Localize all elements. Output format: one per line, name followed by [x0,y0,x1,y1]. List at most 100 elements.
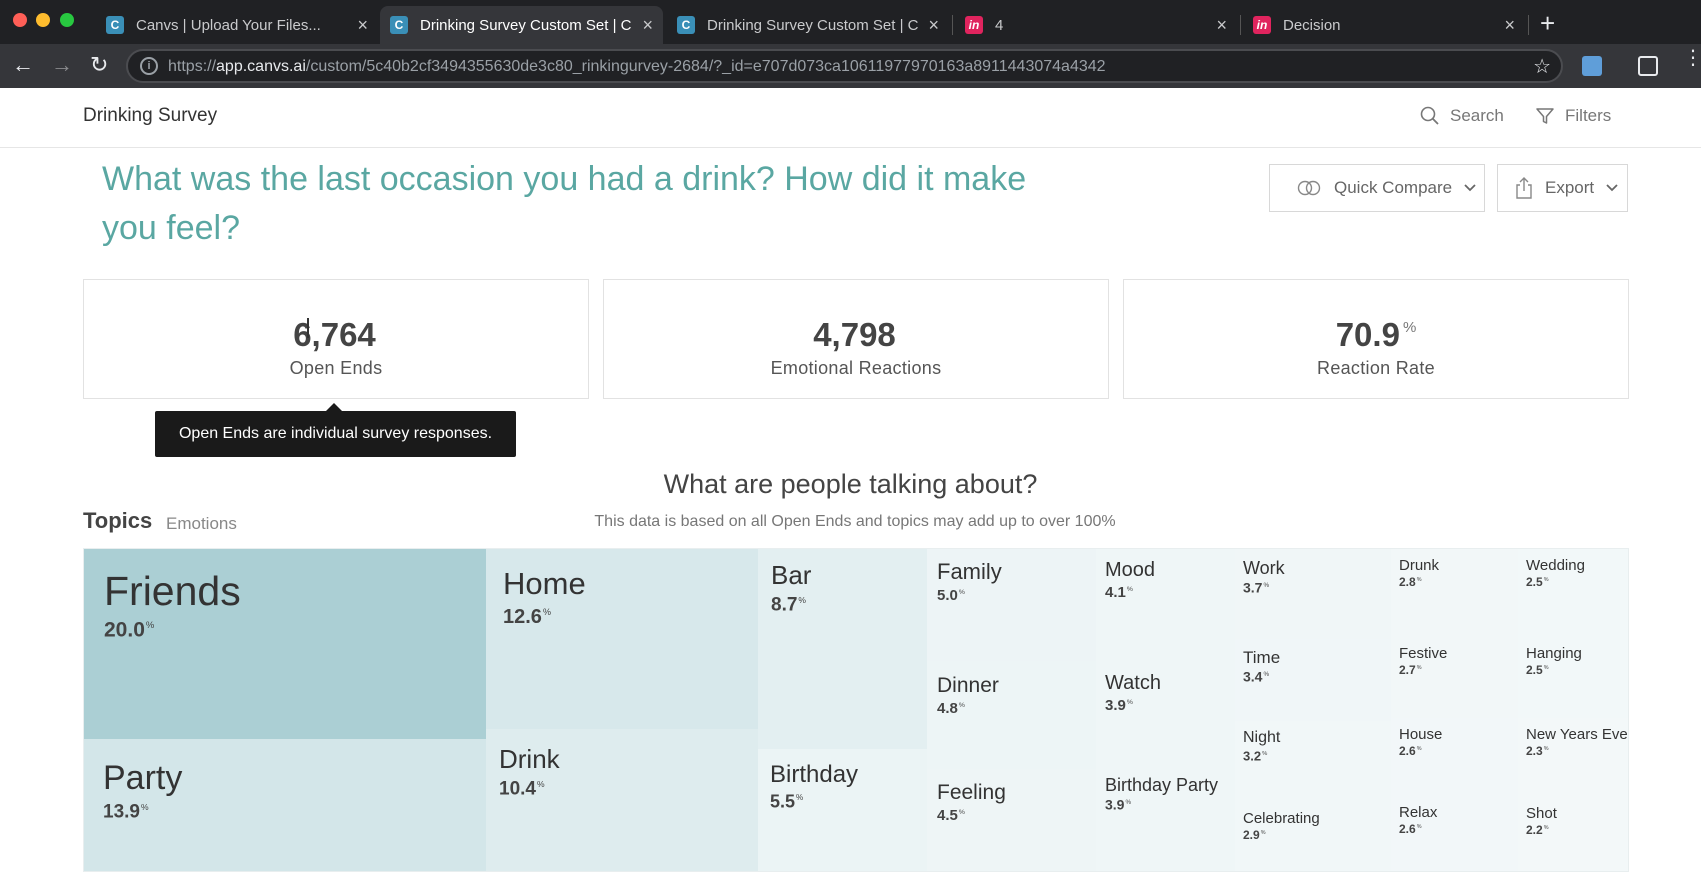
treemap-cell-value: 3.4% [1243,668,1270,685]
window-close-icon[interactable] [13,13,27,27]
treemap-cell-watch[interactable]: Watch 3.9% [1096,659,1235,763]
browser-tab[interactable]: in Decision × [1243,6,1525,44]
browser-tab[interactable]: in 4 × [955,6,1237,44]
url-text[interactable]: https://app.canvs.ai/custom/5c40b2cf3494… [168,58,1106,76]
treemap-cell-feeling[interactable]: Feeling 4.5% [927,769,1096,871]
tab-close-icon[interactable]: × [1504,15,1515,36]
new-tab-icon[interactable]: + [1540,8,1555,39]
treemap-cell-value: 2.5% [1526,662,1549,677]
text-cursor-icon [307,318,309,338]
filters-label: Filters [1565,106,1612,125]
treemap-cell-value: 2.3% [1526,743,1549,758]
stat-label: Reaction Rate [1317,358,1435,378]
treemap-cell-drink[interactable]: Drink 10.4% [486,729,758,871]
treemap-cell-birthday-party[interactable]: Birthday Party 3.9% [1096,763,1235,871]
site-info-icon[interactable]: i [140,57,158,75]
treemap-cell-relax[interactable]: Relax 2.6% [1391,796,1518,871]
quick-compare-button[interactable]: Quick Compare [1269,164,1485,212]
treemap-cell-celebrating[interactable]: Celebrating 2.9% [1235,801,1391,871]
stat-card-emotional-reactions[interactable]: 4,798 Emotional Reactions [603,279,1109,399]
browser-toolbar: ← → ↻ i https://app.canvs.ai/custom/5c40… [0,44,1701,88]
treemap-cell-wedding[interactable]: Wedding 2.5% [1518,549,1628,636]
tab-topics[interactable]: Topics [83,508,152,534]
treemap-cell-value: 2.5% [1526,574,1549,589]
tab-title: Decision [1283,16,1341,34]
treemap-cell-label: Wedding [1526,557,1585,574]
filters-button[interactable]: Filters [1535,106,1611,126]
treemap-cell-value: 5.5% [770,791,804,812]
tab-close-icon[interactable]: × [357,15,368,36]
chevron-down-icon [1464,184,1476,192]
tab-close-icon[interactable]: × [642,15,653,36]
section-title: What are people talking about? [663,469,1038,499]
search-label: Search [1450,106,1504,125]
treemap-cell-night[interactable]: Night 3.2% [1235,721,1391,801]
browser-menu-icon[interactable]: ⋮ [1683,48,1701,74]
forward-arrow-icon[interactable]: → [51,52,73,78]
treemap-cell-birthday[interactable]: Birthday 5.5% [758,749,927,871]
treemap-cell-dinner[interactable]: Dinner 4.8% [927,661,1096,769]
treemap-cell-time[interactable]: Time 3.4% [1235,639,1391,721]
treemap-cell-drunk[interactable]: Drunk 2.8% [1391,549,1518,636]
treemap-cell-value: 4.8% [937,700,965,718]
search-button[interactable]: Search [1420,106,1504,126]
treemap-cell-value: 3.2% [1243,748,1268,764]
treemap-cell-work[interactable]: Work 3.7% [1235,549,1391,639]
bookmark-star-icon[interactable]: ☆ [1533,54,1551,79]
treemap-cell-party[interactable]: Party 13.9% [84,739,486,871]
browser-tab[interactable]: C Canvs | Upload Your Files... × [96,6,378,44]
treemap-cell-value: 8.7% [771,594,807,616]
quick-compare-label: Quick Compare [1334,178,1453,197]
address-bar[interactable]: i https://app.canvs.ai/custom/5c40b2cf34… [126,49,1563,83]
treemap-cell-label: Shot [1526,805,1557,822]
window-minimize-icon[interactable] [36,13,50,27]
window-zoom-icon[interactable] [60,13,74,27]
stat-card-open-ends[interactable]: 6,764 Open Ends [83,279,589,399]
treemap-cell-label: Relax [1399,804,1438,821]
stat-card-reaction-rate[interactable]: 70.9% Reaction Rate [1123,279,1629,399]
tab-close-icon[interactable]: × [928,15,939,36]
treemap-cell-home[interactable]: Home 12.6% [486,549,758,729]
treemap-cell-mood[interactable]: Mood 4.1% [1096,549,1235,659]
treemap-cell-house[interactable]: House 2.6% [1391,718,1518,796]
canvs-logo-icon: C [677,16,695,34]
treemap-cell-label: Home [503,566,586,601]
treemap-cell-hanging[interactable]: Hanging 2.5% [1518,636,1628,718]
tab-title: 4 [995,16,1004,34]
treemap-cell-friends[interactable]: Friends 20.0% [84,549,486,739]
tab-emotions[interactable]: Emotions [166,514,237,534]
canvs-logo-icon: C [390,16,408,34]
browser-tab-active[interactable]: C Drinking Survey Custom Set | C × [380,6,663,44]
treemap-cell-family[interactable]: Family 5.0% [927,549,1096,661]
treemap-cell-new-years-eve[interactable]: New Years Eve 2.3% [1518,718,1628,796]
treemap-cell-value: 2.2% [1526,822,1549,837]
filter-funnel-icon [1536,108,1554,124]
export-label: Export [1545,178,1595,197]
treemap-cell-shot[interactable]: Shot 2.2% [1518,796,1628,871]
treemap-cell-value: 2.6% [1399,821,1422,836]
incognito-extension-icon[interactable] [1638,56,1658,76]
stat-value: 6,764 [293,316,376,353]
canvs-logo-icon: C [106,16,124,34]
treemap-cell-value: 4.1% [1105,584,1133,602]
extension-icon[interactable] [1582,56,1602,76]
browser-tab[interactable]: C Drinking Survey Custom Set | C × [667,6,949,44]
treemap-cell-value: 2.7% [1399,662,1422,677]
treemap-cell-value: 12.6% [503,606,551,629]
treemap-cell-label: Drink [499,744,560,774]
treemap-cell-label: Celebrating [1243,810,1320,827]
treemap-cell-festive[interactable]: Festive 2.7% [1391,636,1518,718]
treemap-cell-label: House [1399,726,1443,743]
export-button[interactable]: Export [1497,164,1628,212]
reload-icon[interactable]: ↻ [90,52,108,78]
treemap-cell-label: Party [103,759,183,797]
treemap-cell-bar[interactable]: Bar 8.7% [758,549,927,749]
treemap-cell-label: Watch [1105,672,1161,694]
tab-title: Canvs | Upload Your Files... [136,16,321,34]
treemap-cell-label: Dinner [937,674,999,697]
survey-question-title: What was the last occasion you had a dri… [102,160,1027,247]
tab-close-icon[interactable]: × [1216,15,1227,36]
invision-logo-icon: in [965,16,983,34]
back-arrow-icon[interactable]: ← [12,52,34,78]
tab-separator [1240,15,1241,35]
